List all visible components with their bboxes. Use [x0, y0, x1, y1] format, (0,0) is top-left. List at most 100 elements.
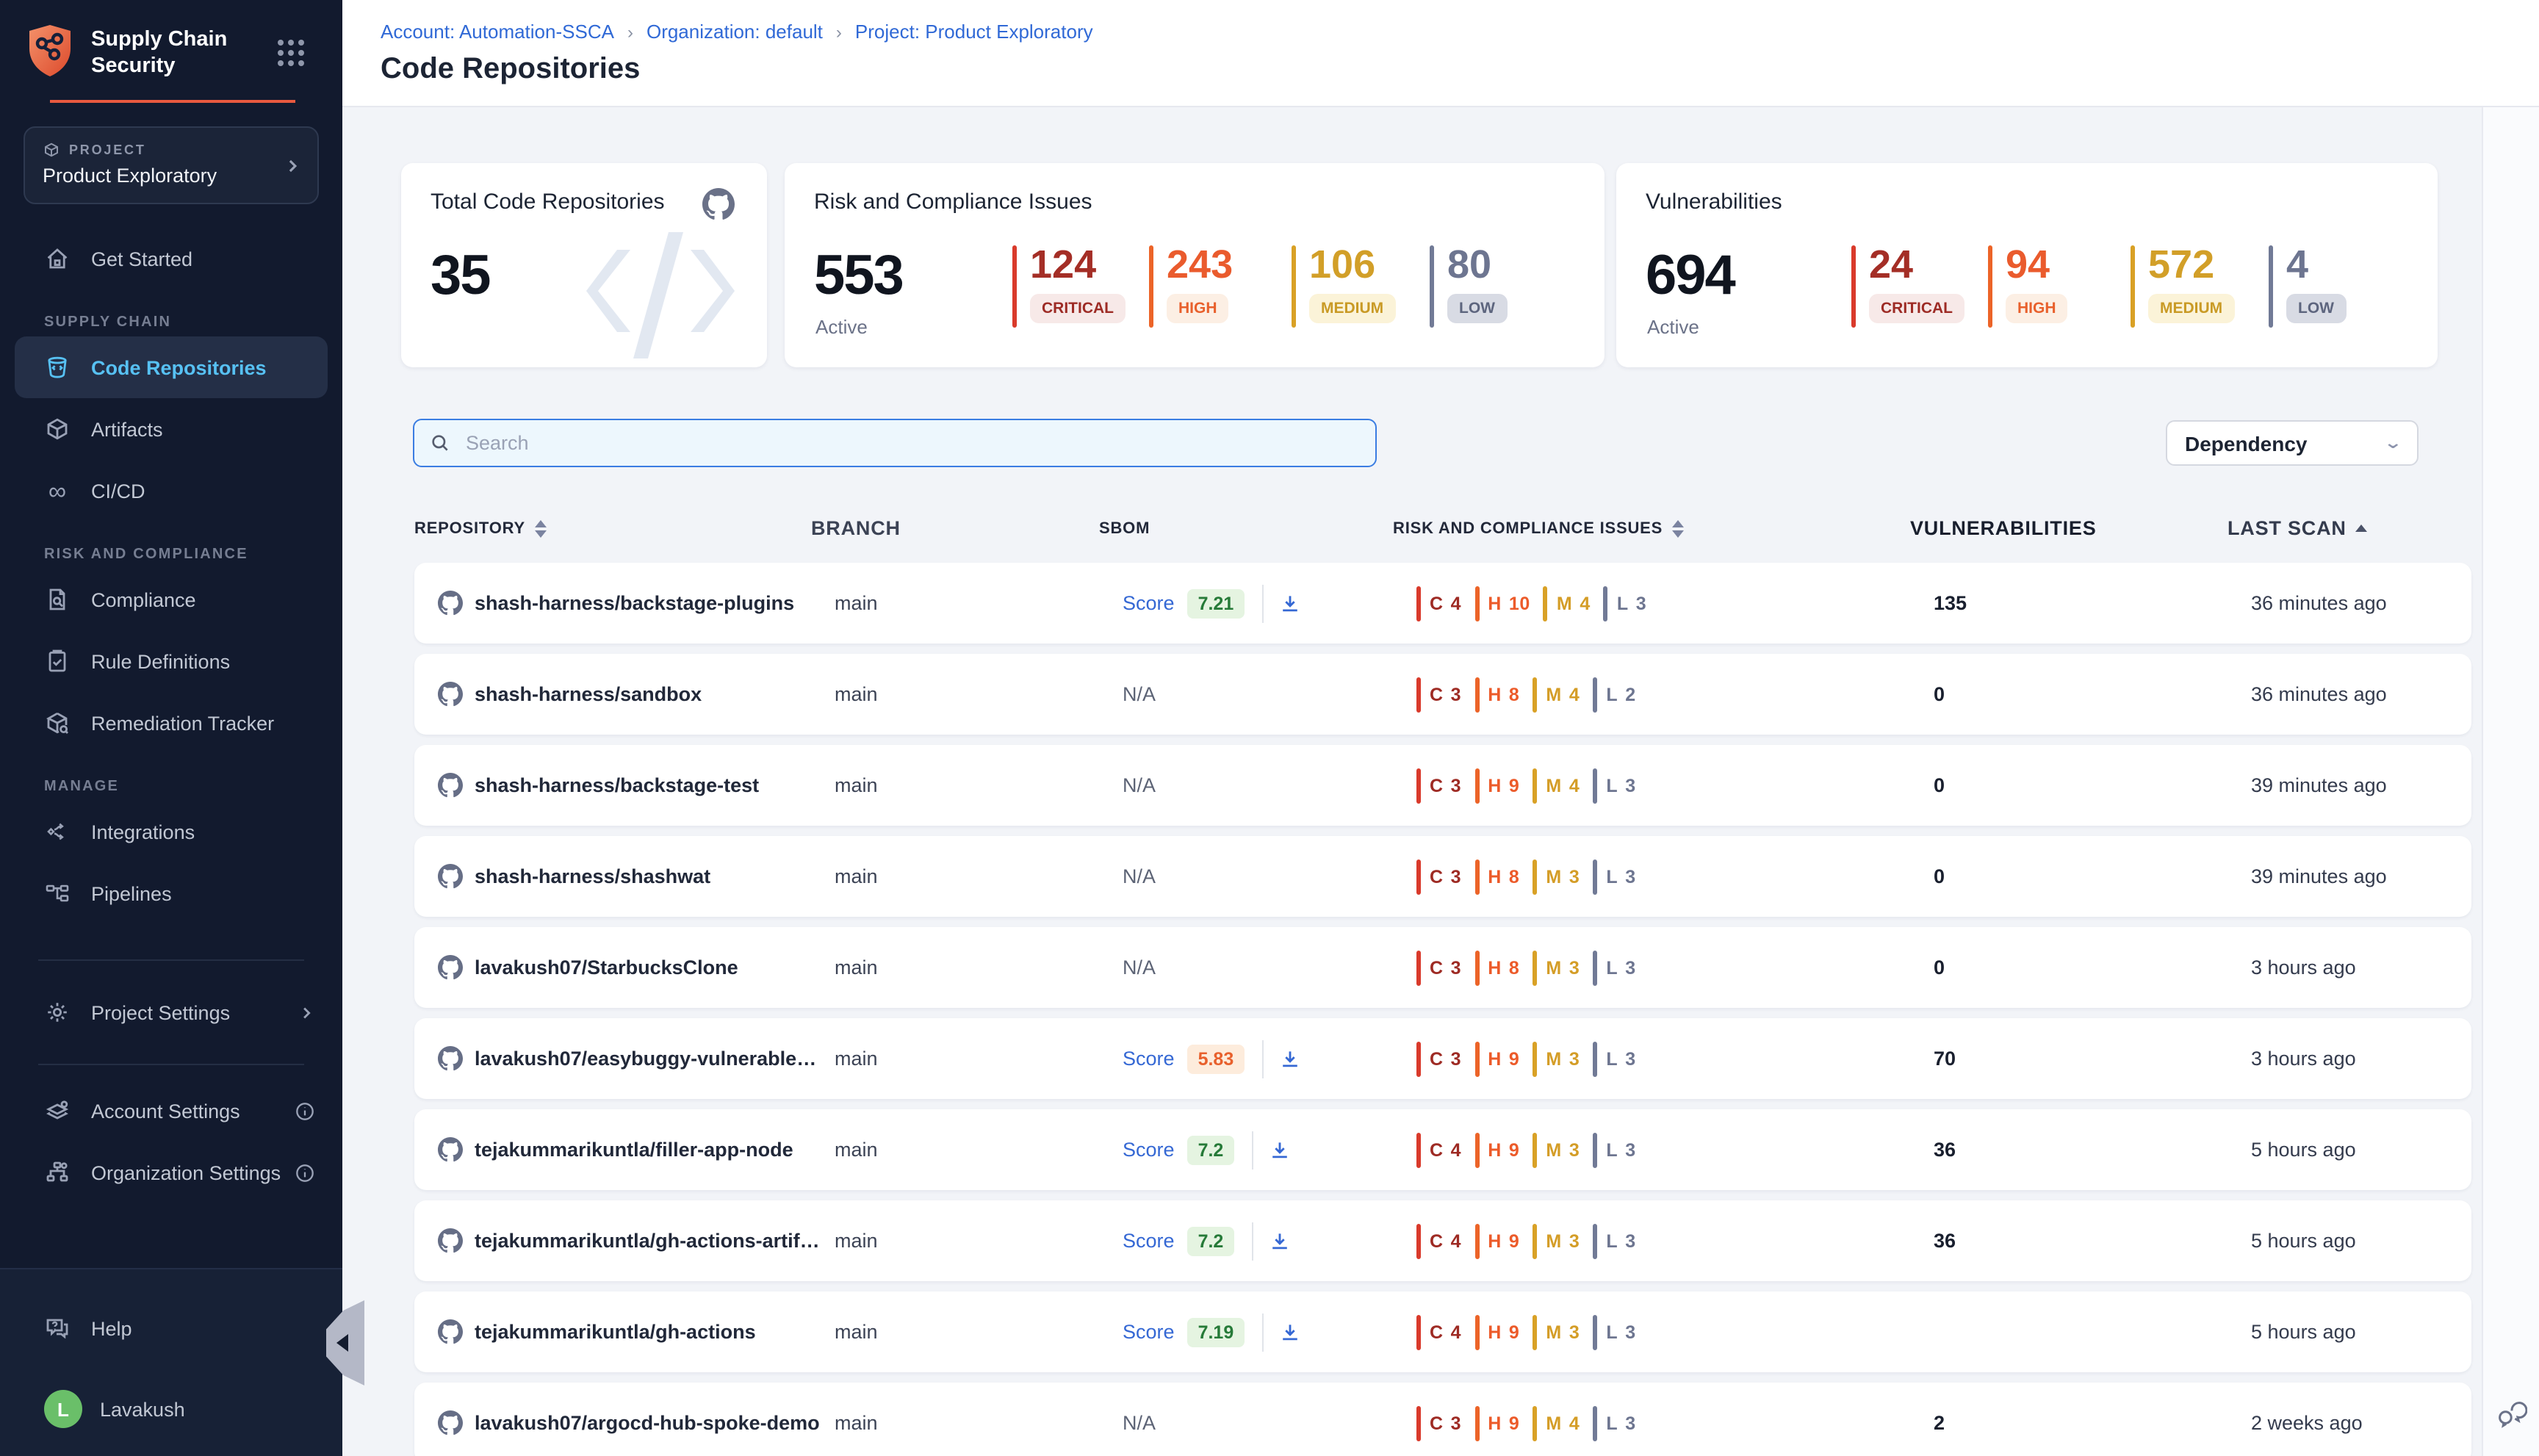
- search-input[interactable]: [463, 430, 1361, 455]
- low-count: L2: [1593, 677, 1635, 712]
- table-row[interactable]: shash-harness/backstage-plugins main Sco…: [414, 563, 2471, 644]
- column-risk-issues[interactable]: RISK AND COMPLIANCE ISSUES: [1393, 519, 1910, 537]
- chevron-right-icon: [282, 156, 303, 176]
- column-branch: BRANCH: [811, 517, 1099, 539]
- low-count: L3: [1593, 1223, 1635, 1258]
- table-row[interactable]: lavakush07/argocd-hub-spoke-demo main N/…: [414, 1383, 2471, 1456]
- sort-icon[interactable]: [534, 519, 546, 537]
- card-title: Vulnerabilities: [1646, 190, 1782, 215]
- repo-icon: [44, 355, 71, 381]
- repo-name[interactable]: lavakush07/easybuggy-vulnerable-app...: [475, 1048, 820, 1070]
- table-row[interactable]: shash-harness/backstage-test main N/A C3…: [414, 745, 2471, 826]
- sidebar-item-organization-settings[interactable]: Organization Settings: [15, 1142, 328, 1204]
- search-box: [413, 419, 1377, 467]
- branch-name: main: [835, 865, 1123, 887]
- help-button[interactable]: Help: [15, 1299, 328, 1358]
- chevron-down-icon: ⌄: [2383, 433, 2402, 453]
- sbom-score-label[interactable]: Score: [1123, 1321, 1175, 1343]
- repo-name[interactable]: tejakummarikuntla/filler-app-node: [475, 1139, 793, 1161]
- info-icon[interactable]: [294, 1100, 316, 1122]
- severity-bar: [1012, 245, 1017, 328]
- sidebar-item-code-repositories[interactable]: Code Repositories: [15, 337, 328, 399]
- sidebar-item-rule-definitions[interactable]: Rule Definitions: [15, 631, 328, 693]
- severity-value: 80: [1447, 245, 1507, 285]
- dependency-filter-dropdown[interactable]: Dependency ⌄: [2166, 420, 2419, 466]
- app-switcher-icon[interactable]: [278, 40, 304, 66]
- risk-issue-counts: C3 H8 M4 L2: [1416, 677, 1934, 712]
- sidebar-item-remediation-tracker[interactable]: Remediation Tracker: [15, 693, 328, 754]
- user-menu[interactable]: L Lavakush: [15, 1380, 328, 1438]
- low-count: L3: [1593, 1405, 1635, 1441]
- download-sbom-icon[interactable]: [1278, 591, 1301, 615]
- sbom-score-label[interactable]: Score: [1123, 1139, 1175, 1161]
- table-row[interactable]: lavakush07/easybuggy-vulnerable-app... m…: [414, 1018, 2471, 1099]
- critical-count: C4: [1416, 585, 1461, 621]
- branch-name: main: [835, 683, 1123, 705]
- repo-name[interactable]: shash-harness/sandbox: [475, 683, 702, 705]
- severity-bar: [1851, 245, 1856, 328]
- sbom-score-label[interactable]: Score: [1123, 1048, 1175, 1070]
- branch-name: main: [835, 1230, 1123, 1252]
- vulnerability-count: 0: [1934, 956, 2251, 979]
- download-sbom-icon[interactable]: [1278, 1320, 1301, 1344]
- repo-name[interactable]: shash-harness/backstage-plugins: [475, 592, 794, 614]
- chevron-right-icon: [297, 1003, 316, 1023]
- sort-icon[interactable]: [1671, 519, 1683, 537]
- repo-name[interactable]: lavakush07/StarbucksClone: [475, 956, 738, 979]
- column-repository[interactable]: REPOSITORY: [414, 519, 811, 537]
- sidebar-item-compliance[interactable]: Compliance: [15, 569, 328, 631]
- doc-icon: [44, 587, 71, 613]
- download-sbom-icon[interactable]: [1267, 1229, 1291, 1253]
- risk-issue-counts: C3 H8 M3 L3: [1416, 950, 1934, 985]
- risk-issue-counts: C4 H9 M3 L3: [1416, 1314, 1934, 1349]
- repo-name[interactable]: shash-harness/backstage-test: [475, 774, 759, 796]
- sidebar-item-project-settings[interactable]: Project Settings: [15, 982, 328, 1044]
- last-scan-time: 3 hours ago: [2251, 956, 2471, 979]
- severity-stat-critical: 124CRITICAL: [1012, 245, 1149, 328]
- breadcrumb-project-link[interactable]: Project: Product Exploratory: [855, 21, 1093, 43]
- page-title: Code Repositories: [381, 53, 2539, 87]
- severity-label-badge: MEDIUM: [2148, 294, 2234, 323]
- repo-name[interactable]: tejakummarikuntla/gh-actions-artifacts: [475, 1230, 820, 1252]
- support-chat-icon[interactable]: [2495, 1397, 2527, 1430]
- critical-count: C3: [1416, 1041, 1461, 1076]
- project-selector[interactable]: PROJECT Product Exploratory: [24, 127, 319, 205]
- repo-name[interactable]: tejakummarikuntla/gh-actions: [475, 1321, 756, 1343]
- github-icon: [438, 1319, 463, 1344]
- page-content: Total Code Repositories 35 Risk and Comp…: [342, 107, 2539, 1456]
- repo-name[interactable]: lavakush07/argocd-hub-spoke-demo: [475, 1412, 820, 1434]
- download-sbom-icon[interactable]: [1267, 1138, 1291, 1161]
- breadcrumb-organization-link[interactable]: Organization: default: [647, 21, 823, 43]
- table-row[interactable]: shash-harness/shashwat main N/A C3 H8 M3…: [414, 836, 2471, 917]
- sidebar-item-get-started[interactable]: Get Started: [15, 228, 328, 290]
- critical-count: C3: [1416, 768, 1461, 803]
- table-row[interactable]: tejakummarikuntla/filler-app-node main S…: [414, 1109, 2471, 1190]
- high-count: H9: [1474, 1405, 1519, 1441]
- sidebar-item-account-settings[interactable]: Account Settings: [15, 1081, 328, 1142]
- table-row[interactable]: tejakummarikuntla/gh-actions-artifacts m…: [414, 1200, 2471, 1281]
- medium-count: M4: [1533, 677, 1580, 712]
- table-row[interactable]: shash-harness/sandbox main N/A C3 H8 M4 …: [414, 654, 2471, 735]
- project-box-icon: [43, 142, 60, 159]
- sidebar-item-pipelines[interactable]: Pipelines: [15, 863, 328, 925]
- high-count: H8: [1474, 859, 1519, 894]
- low-count: L3: [1593, 1041, 1635, 1076]
- info-icon[interactable]: [294, 1162, 316, 1184]
- table-row[interactable]: lavakush07/StarbucksClone main N/A C3 H8…: [414, 927, 2471, 1008]
- repo-name[interactable]: shash-harness/shashwat: [475, 865, 710, 887]
- branch-name: main: [835, 956, 1123, 979]
- sidebar-item-integrations[interactable]: Integrations: [15, 801, 328, 863]
- sidebar-item-cicd[interactable]: ∞CI/CD: [15, 461, 328, 522]
- sidebar-item-artifacts[interactable]: Artifacts: [15, 399, 328, 461]
- table-row[interactable]: tejakummarikuntla/gh-actions main Score …: [414, 1291, 2471, 1372]
- sbom-score-label[interactable]: Score: [1123, 592, 1175, 614]
- project-selector-label: PROJECT: [69, 143, 146, 158]
- sidebar-item-label: Pipelines: [91, 883, 172, 905]
- sbom-score-label[interactable]: Score: [1123, 1230, 1175, 1252]
- severity-bar: [1149, 245, 1153, 328]
- download-sbom-icon[interactable]: [1278, 1047, 1301, 1070]
- branch-name: main: [835, 1321, 1123, 1343]
- severity-label-badge: LOW: [2286, 294, 2346, 323]
- breadcrumb-account-link[interactable]: Account: Automation-SSCA: [381, 21, 614, 43]
- avatar[interactable]: L: [44, 1390, 82, 1428]
